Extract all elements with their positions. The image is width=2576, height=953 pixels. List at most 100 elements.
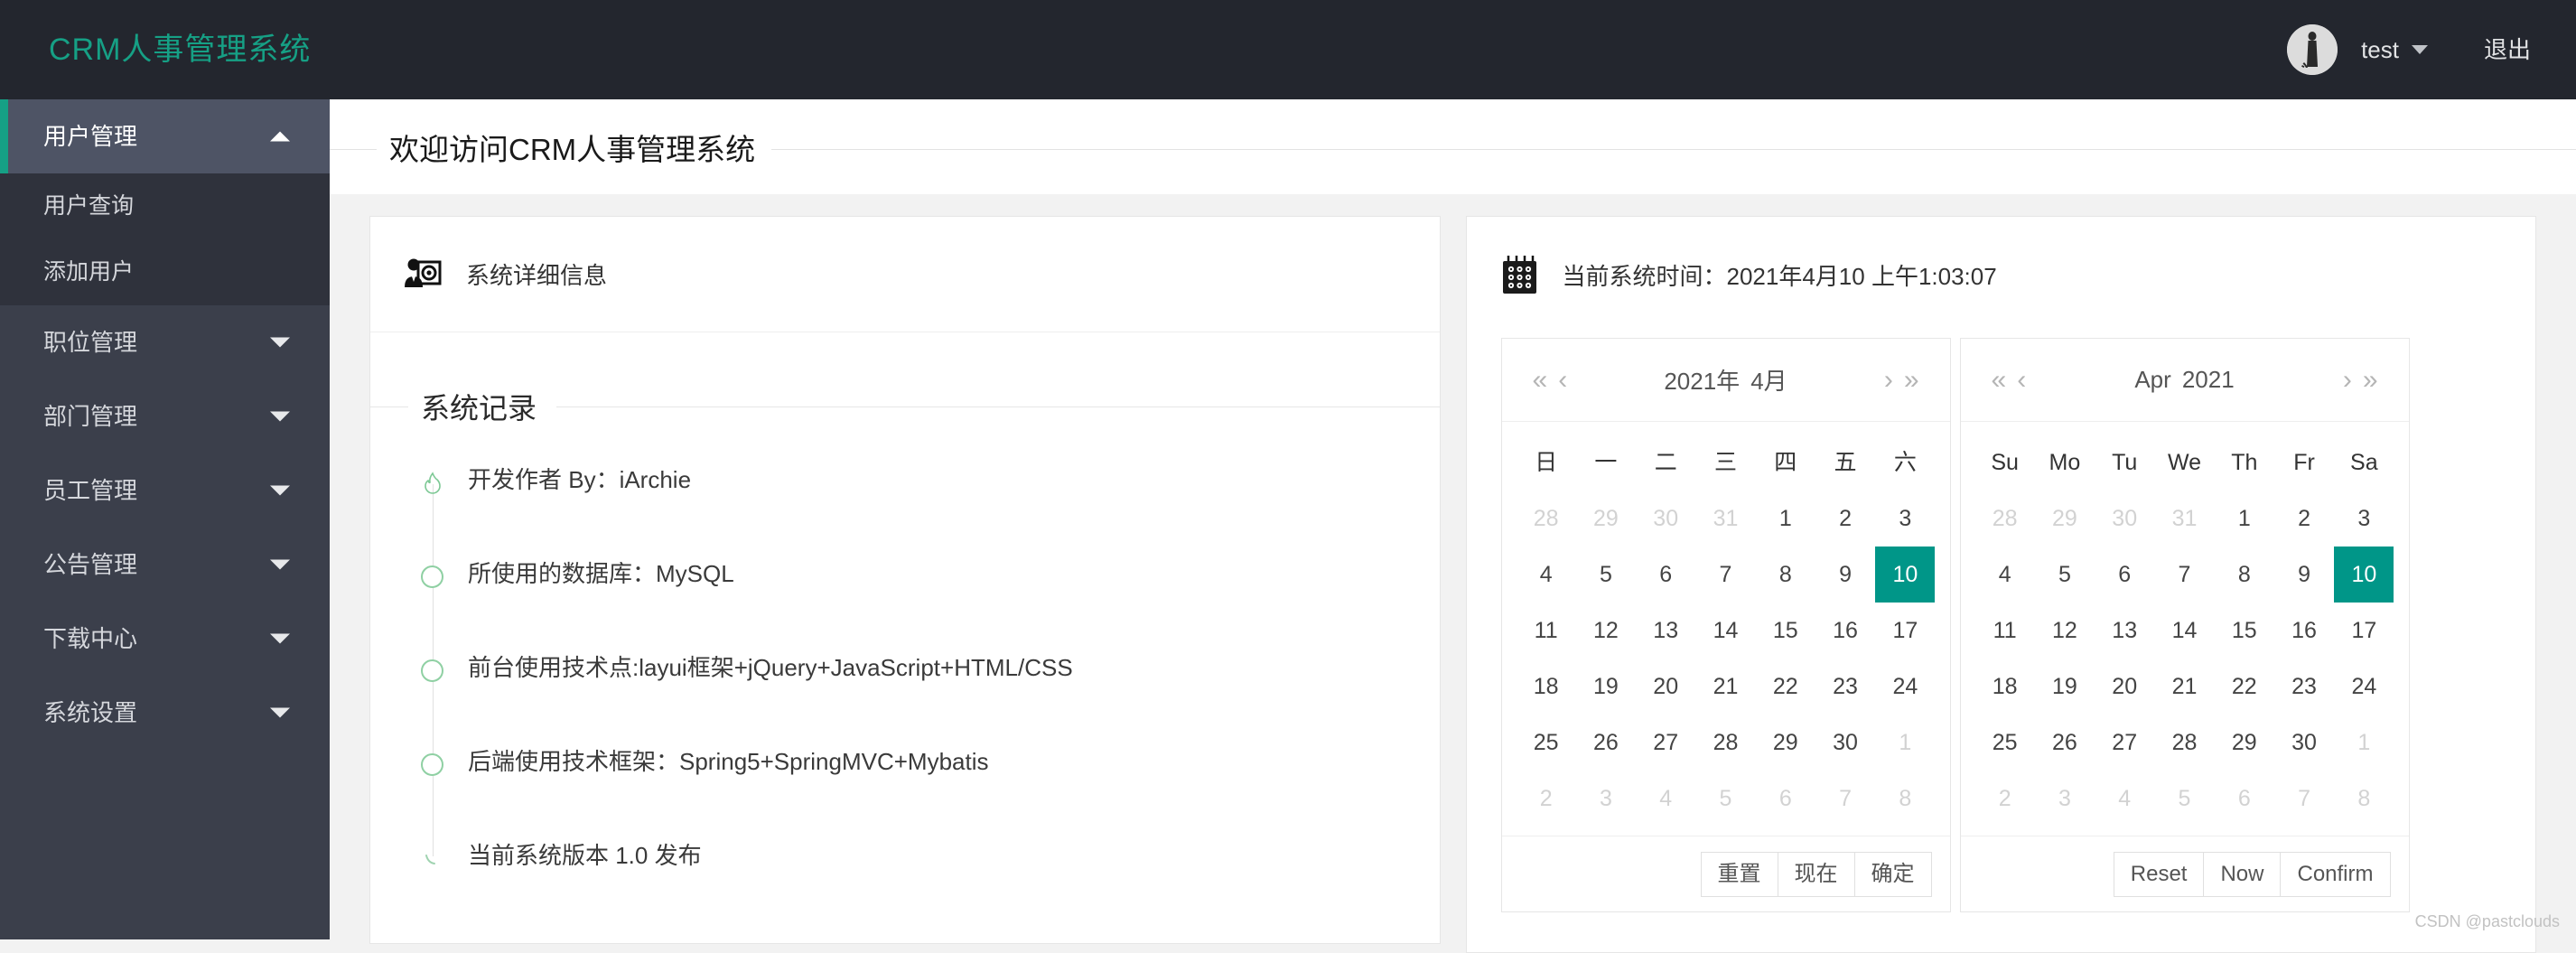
calendar-day[interactable]: 30 (2095, 491, 2154, 547)
calendar-day[interactable]: 29 (2215, 715, 2274, 771)
calendar-day[interactable]: 20 (1636, 659, 1695, 715)
calendar-day[interactable]: 27 (2095, 715, 2154, 771)
avatar[interactable] (2287, 24, 2338, 75)
calendar-day[interactable]: 6 (2215, 771, 2274, 827)
calendar-en-confirm-button[interactable]: Confirm (2280, 852, 2390, 897)
calendar-day[interactable]: 23 (2274, 659, 2334, 715)
sidebar-subitem-user-query[interactable]: 用户查询 (0, 173, 330, 239)
calendar-day[interactable]: 28 (1975, 491, 2035, 547)
calendar-day[interactable]: 16 (1815, 603, 1875, 659)
calendar-day[interactable]: 14 (2154, 603, 2214, 659)
calendar-day[interactable]: 29 (1576, 491, 1636, 547)
calendar-day[interactable]: 25 (1517, 715, 1576, 771)
user-menu[interactable]: test (2338, 0, 2448, 99)
calendar-day[interactable]: 5 (1695, 771, 1755, 827)
next-month-icon[interactable]: › (2338, 367, 2357, 394)
calendar-day[interactable]: 22 (1756, 659, 1815, 715)
calendar-day[interactable]: 23 (1815, 659, 1875, 715)
calendar-day[interactable]: 24 (2334, 659, 2394, 715)
calendar-day[interactable]: 4 (2095, 771, 2154, 827)
calendar-day[interactable]: 31 (2154, 491, 2214, 547)
calendar-day[interactable]: 7 (2154, 547, 2214, 603)
next-year-icon[interactable]: » (1899, 367, 1925, 394)
sidebar-item-employee-management[interactable]: 员工管理 (0, 453, 330, 528)
calendar-day[interactable]: 24 (1875, 659, 1935, 715)
calendar-zh-confirm-button[interactable]: 确定 (1854, 852, 1932, 897)
calendar-day[interactable]: 5 (2035, 547, 2095, 603)
calendar-day[interactable]: 15 (1756, 603, 1815, 659)
calendar-day[interactable]: 6 (1756, 771, 1815, 827)
calendar-day[interactable]: 15 (2215, 603, 2274, 659)
calendar-day[interactable]: 8 (1756, 547, 1815, 603)
calendar-day[interactable]: 21 (2154, 659, 2214, 715)
calendar-day[interactable]: 11 (1517, 603, 1576, 659)
app-logo[interactable]: CRM人事管理系统 (49, 0, 311, 99)
calendar-day[interactable]: 18 (1517, 659, 1576, 715)
calendar-day[interactable]: 20 (2095, 659, 2154, 715)
calendar-zh-title[interactable]: 2021年4月 (1573, 363, 1879, 397)
sidebar-item-announcement-management[interactable]: 公告管理 (0, 528, 330, 602)
calendar-day[interactable]: 30 (2274, 715, 2334, 771)
calendar-day[interactable]: 8 (1875, 771, 1935, 827)
prev-year-icon[interactable]: « (1986, 367, 2012, 394)
calendar-day[interactable]: 22 (2215, 659, 2274, 715)
calendar-day[interactable]: 4 (1636, 771, 1695, 827)
calendar-day-today[interactable]: 10 (1875, 547, 1935, 603)
calendar-day[interactable]: 28 (2154, 715, 2214, 771)
calendar-day[interactable]: 21 (1695, 659, 1755, 715)
calendar-day[interactable]: 4 (1517, 547, 1576, 603)
calendar-day[interactable]: 1 (1756, 491, 1815, 547)
calendar-zh-now-button[interactable]: 现在 (1778, 852, 1855, 897)
calendar-day[interactable]: 1 (1875, 715, 1935, 771)
sidebar-item-user-management[interactable]: 用户管理 (0, 99, 330, 173)
calendar-day[interactable]: 28 (1695, 715, 1755, 771)
sidebar-item-department-management[interactable]: 部门管理 (0, 379, 330, 453)
calendar-day[interactable]: 3 (2035, 771, 2095, 827)
calendar-day[interactable]: 6 (1636, 547, 1695, 603)
sidebar-item-download-center[interactable]: 下载中心 (0, 602, 330, 676)
calendar-day[interactable]: 17 (1875, 603, 1935, 659)
calendar-zh-reset-button[interactable]: 重置 (1701, 852, 1778, 897)
calendar-day[interactable]: 13 (1636, 603, 1695, 659)
calendar-en-now-button[interactable]: Now (2203, 852, 2281, 897)
calendar-day[interactable]: 12 (1576, 603, 1636, 659)
sidebar-item-position-management[interactable]: 职位管理 (0, 305, 330, 379)
prev-year-icon[interactable]: « (1527, 367, 1554, 394)
calendar-day[interactable]: 17 (2334, 603, 2394, 659)
calendar-day[interactable]: 1 (2215, 491, 2274, 547)
calendar-day[interactable]: 2 (1815, 491, 1875, 547)
calendar-day[interactable]: 30 (1815, 715, 1875, 771)
calendar-day[interactable]: 31 (1695, 491, 1755, 547)
calendar-day-today[interactable]: 10 (2334, 547, 2394, 603)
calendar-day[interactable]: 9 (2274, 547, 2334, 603)
calendar-day[interactable]: 19 (1576, 659, 1636, 715)
calendar-day[interactable]: 9 (1815, 547, 1875, 603)
calendar-day[interactable]: 8 (2215, 547, 2274, 603)
calendar-day[interactable]: 2 (1975, 771, 2035, 827)
calendar-day[interactable]: 12 (2035, 603, 2095, 659)
calendar-day[interactable]: 6 (2095, 547, 2154, 603)
calendar-day[interactable]: 25 (1975, 715, 2035, 771)
calendar-day[interactable]: 18 (1975, 659, 2035, 715)
calendar-day[interactable]: 2 (1517, 771, 1576, 827)
calendar-day[interactable]: 1 (2334, 715, 2394, 771)
calendar-day[interactable]: 7 (2274, 771, 2334, 827)
calendar-day[interactable]: 13 (2095, 603, 2154, 659)
calendar-day[interactable]: 16 (2274, 603, 2334, 659)
calendar-day[interactable]: 11 (1975, 603, 2035, 659)
logout-button[interactable]: 退出 (2448, 0, 2540, 99)
next-year-icon[interactable]: » (2357, 367, 2384, 394)
next-month-icon[interactable]: › (1879, 367, 1899, 394)
calendar-day[interactable]: 26 (1576, 715, 1636, 771)
calendar-day[interactable]: 3 (1875, 491, 1935, 547)
calendar-day[interactable]: 8 (2334, 771, 2394, 827)
calendar-day[interactable]: 30 (1636, 491, 1695, 547)
calendar-day[interactable]: 5 (2154, 771, 2214, 827)
calendar-day[interactable]: 14 (1695, 603, 1755, 659)
calendar-day[interactable]: 28 (1517, 491, 1576, 547)
calendar-en-title[interactable]: Apr2021 (2031, 366, 2338, 394)
calendar-day[interactable]: 5 (1576, 547, 1636, 603)
calendar-day[interactable]: 7 (1695, 547, 1755, 603)
sidebar-subitem-add-user[interactable]: 添加用户 (0, 239, 330, 305)
sidebar-item-system-settings[interactable]: 系统设置 (0, 676, 330, 750)
